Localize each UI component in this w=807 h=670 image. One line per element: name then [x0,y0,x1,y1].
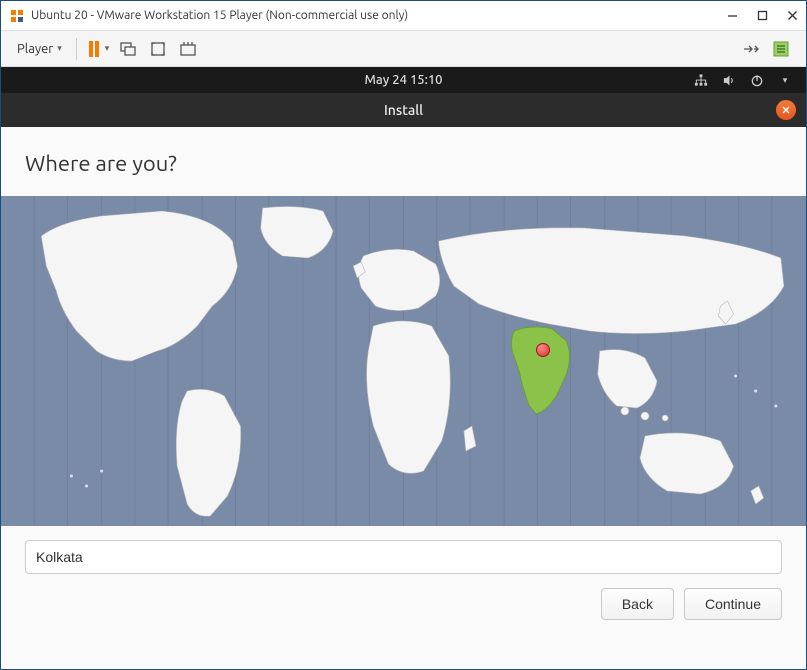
fullscreen-icon[interactable] [149,40,167,58]
close-button[interactable] [786,10,798,22]
vmware-titlebar: Ubuntu 20 - VMware Workstation 15 Player… [1,1,806,31]
page-heading: Where are you? [1,127,806,196]
timezone-input[interactable] [25,540,782,574]
vmware-window-title: Ubuntu 20 - VMware Workstation 15 Player… [31,9,726,22]
vmware-logo-icon [9,8,25,24]
installer-close-button[interactable] [776,100,796,120]
map-location-pin [536,343,550,357]
send-ctrl-alt-del-icon[interactable] [119,40,137,58]
vmware-toolbar: Player ▾ [1,31,806,67]
minimize-button[interactable] [726,10,738,22]
pause-vm-button[interactable]: ▾ [85,41,114,57]
unity-mode-icon[interactable] [179,40,197,58]
gnome-top-bar: May 24 15:10 ▾ [1,67,806,93]
connect-device-icon[interactable] [742,40,760,58]
gnome-clock[interactable]: May 24 15:10 [365,73,443,87]
installer-titlebar: Install [1,93,806,127]
player-menu[interactable]: Player [11,38,68,60]
toolbar-separator [76,38,77,60]
back-button[interactable]: Back [601,588,674,620]
maximize-button[interactable] [756,10,768,22]
network-icon[interactable] [694,73,708,87]
power-icon[interactable] [750,73,764,87]
chevron-down-icon[interactable]: ▾ [778,73,792,87]
installer-title: Install [384,102,423,118]
timezone-world-map[interactable] [1,196,806,526]
preferences-icon[interactable] [772,40,790,58]
continue-button[interactable]: Continue [684,588,782,620]
volume-icon[interactable] [722,73,736,87]
installer-window: Install Where are you? [1,93,806,669]
